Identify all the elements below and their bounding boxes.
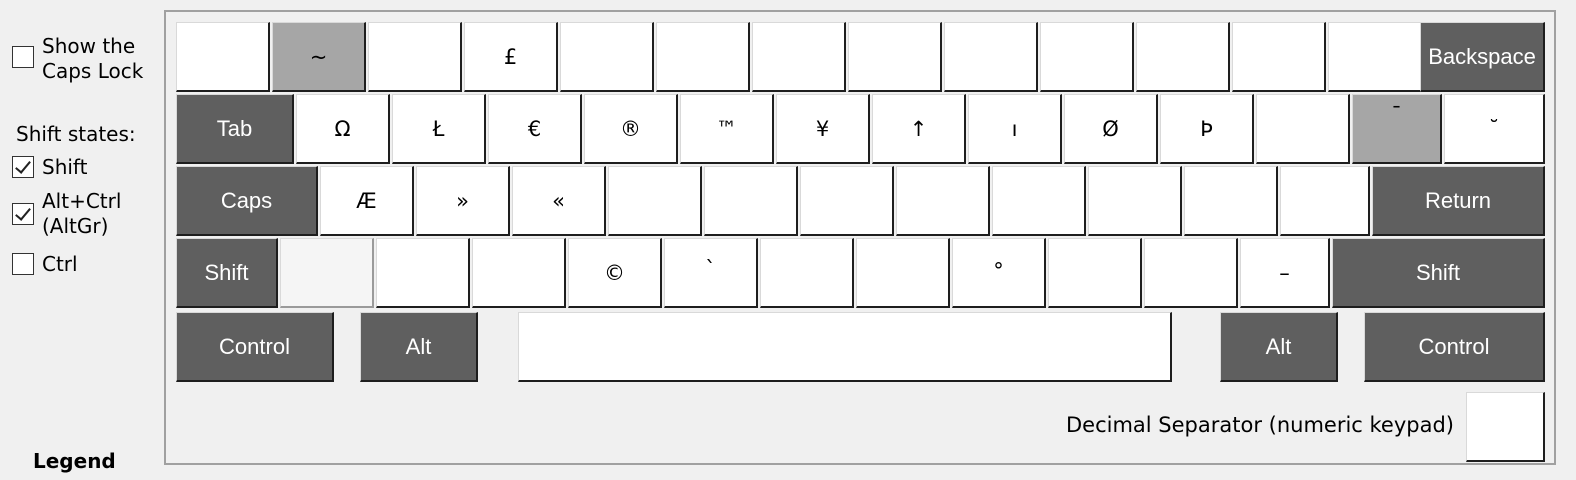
key-r1-10[interactable] [1136,22,1230,92]
key-r1-1[interactable]: ~ [272,22,366,92]
legend-label: Legend [33,449,116,473]
key-r2-11[interactable]: ¯ [1352,94,1442,164]
ctrl-option[interactable]: Ctrl [12,252,78,277]
left-shift-key[interactable]: Shift [176,238,278,308]
key-r1-8[interactable] [944,22,1038,92]
right-control-key[interactable]: Control [1364,312,1545,382]
key-r2-12[interactable]: ˘ [1444,94,1545,164]
key-r3-7[interactable] [992,166,1086,236]
ctrl-label: Ctrl [42,252,78,276]
key-r1-4[interactable] [560,22,654,92]
caps-key[interactable]: Caps [176,166,318,236]
key-r3-4[interactable] [704,166,798,236]
key-r1-5[interactable] [656,22,750,92]
key-r3-6[interactable] [896,166,990,236]
show-caps-lock-checkbox[interactable] [12,46,34,68]
key-r2-9[interactable]: Þ [1160,94,1254,164]
key-r4-8[interactable] [1048,238,1142,308]
ctrl-checkbox[interactable] [12,253,34,275]
key-r2-8[interactable]: Ø [1064,94,1158,164]
key-r2-6[interactable]: ↑ [872,94,966,164]
key-r3-10[interactable] [1280,166,1370,236]
decimal-separator-label: Decimal Separator (numeric keypad) [1065,413,1454,437]
right-shift-key[interactable]: Shift [1332,238,1545,308]
key-r2-2[interactable]: € [488,94,582,164]
key-r1-12[interactable] [1328,22,1422,92]
decimal-separator-key[interactable] [1466,392,1545,462]
key-r3-8[interactable] [1088,166,1182,236]
key-r4-0[interactable] [280,238,374,308]
shift-label: Shift [42,155,88,179]
key-r4-3[interactable]: © [568,238,662,308]
left-control-key[interactable]: Control [176,312,334,382]
key-r2-4[interactable]: ™ [680,94,774,164]
key-r3-0[interactable]: Æ [320,166,414,236]
key-r3-1[interactable]: » [416,166,510,236]
show-caps-lock-option[interactable]: Show the Caps Lock [12,34,143,84]
return-key[interactable]: Return [1372,166,1545,236]
key-r1-7[interactable] [848,22,942,92]
key-r2-3[interactable]: ® [584,94,678,164]
options-panel: Show the Caps Lock Shift states: Shift A… [0,0,160,480]
left-alt-key[interactable]: Alt [360,312,478,382]
key-r1-3[interactable]: £ [464,22,558,92]
altgr-checkbox[interactable] [12,203,34,225]
right-alt-key[interactable]: Alt [1220,312,1338,382]
space-key[interactable] [518,312,1172,382]
key-r4-10[interactable]: – [1240,238,1330,308]
shift-states-title: Shift states: [16,122,136,146]
altgr-label-1: Alt+Ctrl [42,189,122,213]
key-r3-9[interactable] [1184,166,1278,236]
key-r1-2[interactable] [368,22,462,92]
tab-key[interactable]: Tab [176,94,294,164]
key-r1-9[interactable] [1040,22,1134,92]
backspace-key[interactable]: Backspace [1420,22,1545,92]
key-r2-0[interactable]: Ω [296,94,390,164]
key-r3-3[interactable] [608,166,702,236]
key-r4-7[interactable]: ° [952,238,1046,308]
key-r1-11[interactable] [1232,22,1326,92]
key-r2-7[interactable]: ı [968,94,1062,164]
key-r4-9[interactable] [1144,238,1238,308]
key-r3-2[interactable]: « [512,166,606,236]
shift-option[interactable]: Shift [12,155,87,180]
key-r4-4[interactable]: ` [664,238,758,308]
shift-checkbox[interactable] [12,156,34,178]
altgr-label-2: (AltGr) [42,214,109,238]
key-r1-6[interactable] [752,22,846,92]
key-r2-10[interactable] [1256,94,1350,164]
show-caps-lock-label-1: Show the [42,34,136,58]
key-r1-0[interactable] [176,22,270,92]
show-caps-lock-label-2: Caps Lock [42,59,144,83]
key-r2-5[interactable]: ¥ [776,94,870,164]
altgr-option[interactable]: Alt+Ctrl (AltGr) [12,189,121,239]
key-r4-1[interactable] [376,238,470,308]
key-r3-5[interactable] [800,166,894,236]
key-r4-2[interactable] [472,238,566,308]
key-r4-5[interactable] [760,238,854,308]
key-r2-1[interactable]: Ł [392,94,486,164]
key-r4-6[interactable] [856,238,950,308]
